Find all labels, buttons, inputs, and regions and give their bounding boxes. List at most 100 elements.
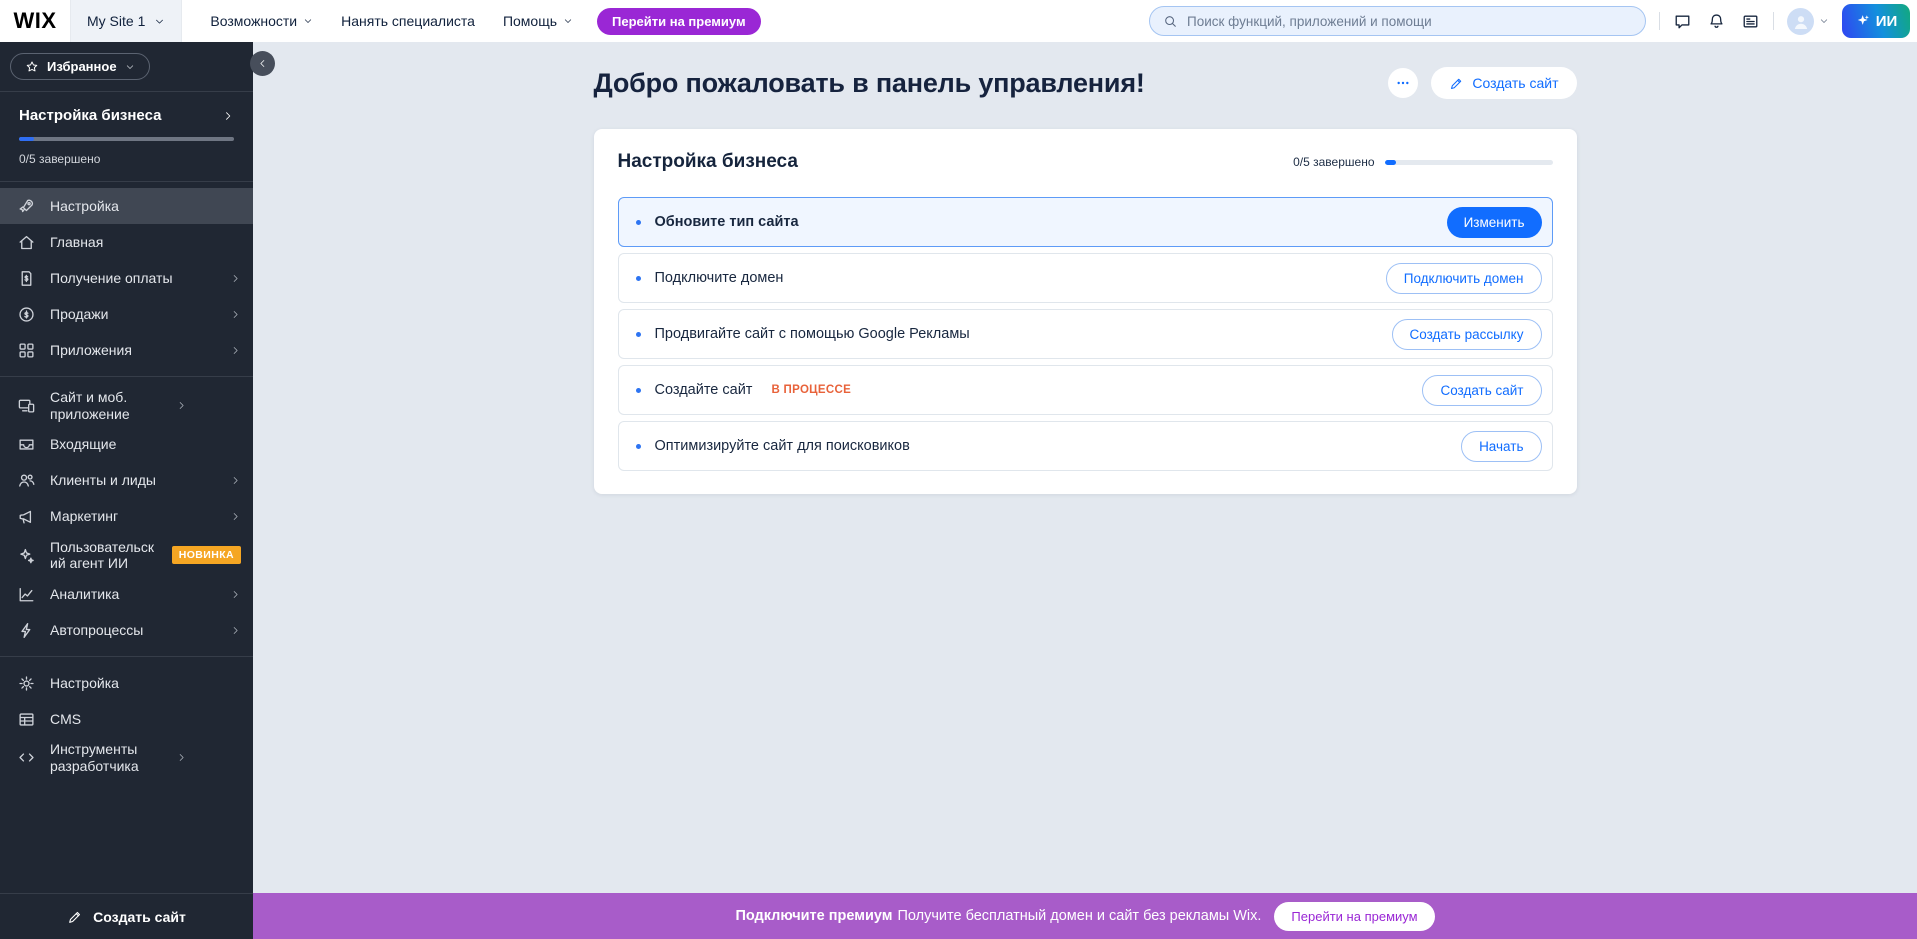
chat-button[interactable] (1673, 12, 1692, 31)
topbar-icon-buttons (1673, 12, 1760, 31)
card-title: Настройка бизнеса (618, 151, 798, 173)
sidebar-item[interactable]: Получение оплаты (0, 260, 253, 296)
chevron-right-icon (176, 400, 187, 411)
sidebar-item[interactable]: Аналитика (0, 576, 253, 612)
chevron-right-icon (230, 625, 241, 636)
chat-icon (1673, 12, 1692, 31)
setup-progress-text: 0/5 завершено (19, 152, 234, 166)
pencil-icon (67, 909, 83, 925)
task-action-button[interactable]: Начать (1461, 431, 1541, 462)
task-label: Оптимизируйте сайт для поисковиков (655, 438, 910, 454)
create-site-label: Создать сайт (93, 909, 186, 925)
task-list: Обновите тип сайта Изменить Подключите дом… (618, 197, 1553, 471)
sidebar-item-label: Приложения (50, 342, 216, 359)
automations-icon (17, 621, 36, 640)
sparkle-icon (1855, 13, 1871, 29)
chevron-down-icon (125, 62, 135, 72)
sidebar-item-label: Автопроцессы (50, 622, 216, 639)
settings-icon (17, 674, 36, 693)
inbox-icon (17, 435, 36, 454)
chevron-right-icon (230, 345, 241, 356)
task-action-button[interactable]: Создать сайт (1422, 375, 1541, 406)
notifications-button[interactable] (1707, 12, 1726, 31)
chevron-right-icon (230, 589, 241, 600)
site-switcher[interactable]: My Site 1 (70, 0, 182, 42)
wix-logo[interactable]: WIX (0, 8, 70, 34)
sidebar-item[interactable]: Клиенты и лиды (0, 463, 253, 499)
setup-progress-bar (19, 137, 234, 141)
sidebar: Избранное Настройка бизнеса 0/5 завершен… (0, 42, 253, 939)
sidebar-item-label: Получение оплаты (50, 270, 216, 287)
premium-banner: Подключите премиум Получите бесплатный д… (253, 893, 1917, 939)
task-label: Обновите тип сайта (655, 214, 799, 230)
sidebar-item[interactable]: CMS (0, 701, 253, 737)
chevron-right-icon (176, 752, 187, 763)
premium-upgrade-button[interactable]: Перейти на премиум (597, 8, 761, 35)
nav-item-label: Возможности (210, 13, 297, 29)
banner-premium-button[interactable]: Перейти на премиум (1274, 902, 1434, 931)
sidebar-item[interactable]: Главная (0, 224, 253, 260)
more-actions-button[interactable] (1388, 68, 1418, 98)
apps-icon (17, 341, 36, 360)
nav-item[interactable]: Помощь (503, 13, 573, 29)
sidebar-setup-section[interactable]: Настройка бизнеса 0/5 завершено (0, 92, 253, 182)
task-row: Подключите доменПодключить домен (618, 253, 1553, 303)
topbar-right: ИИ (1149, 4, 1917, 38)
contacts-icon (17, 471, 36, 490)
sidebar-item[interactable]: Маркетинг (0, 499, 253, 535)
banner-bold-text: Подключите премиум (735, 908, 892, 924)
sidebar-item[interactable]: Входящие (0, 427, 253, 463)
sidebar-item-label: Пользовательский агент ИИ (50, 539, 156, 573)
sidebar-item[interactable]: Продажи (0, 296, 253, 332)
sidebar-item[interactable]: Настройка (0, 665, 253, 701)
sidebar-item[interactable]: Приложения (0, 332, 253, 368)
chevron-down-icon (154, 16, 165, 27)
sidebar-item[interactable]: Сайт и моб. приложение (0, 385, 253, 427)
main-area: Добро пожаловать в панель управления! Со… (253, 42, 1917, 893)
task-bullet (636, 388, 641, 393)
divider (1773, 12, 1774, 30)
ai-assistant-button[interactable]: ИИ (1842, 4, 1910, 38)
favorites-button[interactable]: Избранное (10, 53, 150, 80)
cms-icon (17, 710, 36, 729)
sidebar-item[interactable]: Пользовательский агент ИИ НОВИНКА (0, 535, 253, 577)
search-input[interactable] (1187, 14, 1632, 29)
sidebar-item[interactable]: Инструменты разработчика (0, 737, 253, 779)
sidebar-item-label: Инструменты разработчика (50, 741, 162, 775)
sidebar-divider (0, 656, 253, 657)
news-button[interactable] (1741, 12, 1760, 31)
sales-icon (17, 305, 36, 324)
sidebar-create-site-button[interactable]: Создать сайт (0, 893, 253, 939)
task-bullet (636, 332, 641, 337)
favorites-row: Избранное (0, 42, 253, 92)
sidebar-item-label: Сайт и моб. приложение (50, 389, 162, 423)
account-menu[interactable] (1787, 8, 1829, 35)
nav-item[interactable]: Нанять специалиста (341, 13, 475, 29)
create-site-button[interactable]: Создать сайт (1431, 67, 1576, 99)
chevron-down-icon (303, 16, 313, 26)
sidebar-item-label: Продажи (50, 306, 216, 323)
sidebar-collapse-button[interactable] (250, 51, 275, 76)
sidebar-item[interactable]: Настройка (0, 188, 253, 224)
task-action-button[interactable]: Создать рассылку (1392, 319, 1542, 350)
nav-item[interactable]: Возможности (210, 13, 313, 29)
new-badge: НОВИНКА (172, 546, 241, 564)
star-icon (25, 60, 39, 74)
avatar (1787, 8, 1814, 35)
task-action-button[interactable]: Подключить домен (1386, 263, 1542, 294)
sidebar-item[interactable]: Автопроцессы (0, 612, 253, 648)
task-action-button[interactable]: Изменить (1447, 207, 1542, 238)
search-icon (1163, 14, 1178, 29)
task-row: Создайте сайтВ ПРОЦЕССЕСоздать сайт (618, 365, 1553, 415)
chevron-right-icon (230, 309, 241, 320)
chevron-right-icon (222, 110, 234, 122)
chevron-right-icon (230, 475, 241, 486)
ai-button-label: ИИ (1876, 13, 1898, 30)
divider (1659, 12, 1660, 30)
chevron-down-icon (1819, 16, 1829, 26)
sidebar-item-label: Настройка (50, 198, 241, 215)
task-status-badge: В ПРОЦЕССЕ (771, 384, 851, 396)
topbar: WIX My Site 1 Возможности Нанять специали… (0, 0, 1917, 42)
business-setup-card: Настройка бизнеса 0/5 завершено Обновите… (594, 129, 1577, 494)
person-icon (1791, 11, 1811, 31)
